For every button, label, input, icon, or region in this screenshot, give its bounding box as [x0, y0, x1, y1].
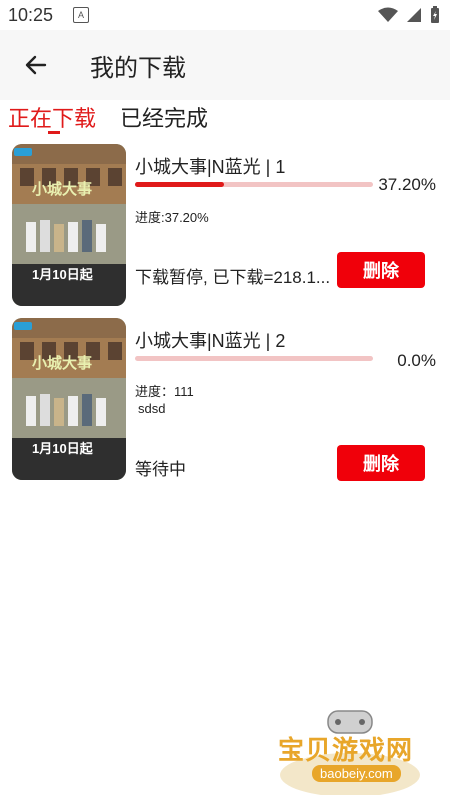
- progress-percent: 0.0%: [397, 351, 436, 370]
- item-title: 小城大事|N蓝光 | 2: [135, 331, 286, 351]
- tab-bar: 正在下载 已经完成: [0, 100, 450, 134]
- delete-button[interactable]: 删除: [337, 252, 425, 288]
- notification-a-icon: A: [73, 7, 90, 23]
- tab-completed-label: 已经完成: [120, 106, 209, 131]
- wifi-icon: [378, 7, 398, 22]
- poster-date: 1月10日起: [32, 267, 93, 282]
- progress-fill: [135, 182, 224, 187]
- progress-percent: 37.20%: [378, 175, 436, 194]
- status-time: 10:25: [8, 4, 54, 25]
- app-bar: 我的下载: [0, 30, 450, 100]
- poster-thumbnail: 小城大事 1月10日起: [12, 318, 126, 480]
- tab-downloading[interactable]: 正在下载: [0, 104, 104, 134]
- progress-bar: [135, 356, 373, 361]
- download-item[interactable]: 小城大事 1月10日起 小城大事|N蓝光 | 1 37.20% 进度:37.20…: [0, 144, 450, 310]
- arrow-left-icon: [25, 55, 47, 75]
- status-bar: 10:25 A: [0, 0, 450, 30]
- watermark-url: baobeiy.com: [312, 765, 401, 782]
- progress-text: 进度:37.20%: [135, 210, 209, 225]
- delete-button[interactable]: 删除: [337, 445, 425, 481]
- item-title: 小城大事|N蓝光 | 1: [135, 157, 286, 177]
- tab-completed[interactable]: 已经完成: [112, 104, 216, 134]
- tab-downloading-label: 正在下载: [8, 106, 97, 131]
- tab-indicator: [48, 131, 60, 134]
- poster-date: 1月10日起: [32, 441, 93, 456]
- progress-text: 进度：111: [135, 384, 194, 399]
- poster-title: 小城大事: [32, 181, 93, 198]
- battery-icon: [431, 6, 439, 23]
- back-button[interactable]: [14, 43, 58, 87]
- poster-title: 小城大事: [32, 355, 93, 372]
- signal-icon: [407, 8, 421, 22]
- watermark-text: 宝贝游戏网: [278, 735, 414, 765]
- download-item[interactable]: 小城大事 1月10日起 小城大事|N蓝光 | 2 0.0% 进度：111 sds…: [0, 318, 450, 484]
- progress-bar: [135, 182, 373, 187]
- page-title: 我的下载: [90, 54, 186, 82]
- download-status: 下载暂停, 已下载=218.1...: [135, 268, 331, 287]
- poster-thumbnail: 小城大事 1月10日起: [12, 144, 126, 306]
- item-extra-text: sdsd: [138, 401, 166, 416]
- download-status: 等待中: [135, 460, 186, 479]
